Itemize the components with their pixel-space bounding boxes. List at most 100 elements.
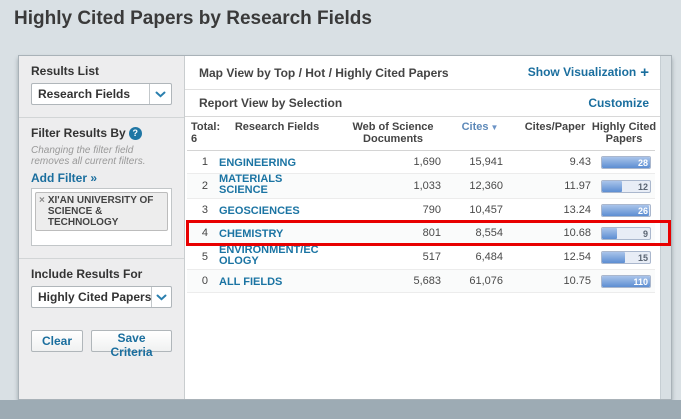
- table-row: 0ALL FIELDS 5,68361,07610.75 110: [187, 270, 655, 293]
- clear-button[interactable]: Clear: [31, 330, 83, 352]
- total-count: 6: [191, 133, 197, 145]
- highly-cited-bar: 110: [601, 275, 651, 288]
- column-header-research-fields[interactable]: Research Fields: [217, 121, 337, 133]
- highly-cited-count: 26: [638, 206, 648, 216]
- documents-value: 1,690: [337, 156, 449, 168]
- sort-descending-icon: ▼: [490, 123, 498, 132]
- research-field-link[interactable]: GEOSCIENCES: [219, 206, 300, 217]
- save-criteria-button[interactable]: Save Criteria: [91, 330, 172, 352]
- row-rank: 2: [187, 180, 217, 192]
- row-rank: 0: [187, 275, 217, 287]
- highly-cited-header-label: Highly Cited Papers: [589, 121, 659, 145]
- remove-icon[interactable]: ×: [39, 195, 45, 228]
- chevron-down-icon: [151, 287, 171, 307]
- customize-link[interactable]: Customize: [588, 96, 649, 110]
- cites-header-label: Cites: [462, 121, 489, 133]
- show-visualization-link[interactable]: Show Visualization +: [528, 64, 649, 81]
- documents-value: 517: [337, 251, 449, 263]
- highly-cited-count: 15: [638, 253, 648, 263]
- highly-cited-bar-fill: [602, 252, 625, 263]
- table-row: 5ENVIRONMENT/ECOLOGY 5176,48412.54 15: [187, 245, 655, 270]
- results-table: Total: 6 Research Fields Web of Science …: [185, 117, 655, 293]
- map-view-title: Map View by Top / Hot / Highly Cited Pap…: [199, 66, 449, 80]
- results-list-selected: Research Fields: [32, 87, 149, 101]
- filter-note: Changing the filter field removes all cu…: [31, 145, 172, 167]
- table-row: 4CHEMISTRY 8018,55410.68 9: [187, 222, 655, 245]
- plus-icon: +: [640, 64, 649, 81]
- column-header-highly-cited[interactable]: Highly Cited Papers: [599, 121, 655, 145]
- include-results-for-label: Include Results For: [31, 267, 172, 281]
- row-rank: 3: [187, 204, 217, 216]
- highly-cited-bar-fill: [602, 181, 622, 192]
- cites-per-paper-value: 10.75: [511, 275, 599, 287]
- sidebar: Results List Research Fields Filter Resu…: [19, 56, 185, 399]
- total-label: Total:: [191, 121, 220, 133]
- documents-value: 1,033: [337, 180, 449, 192]
- help-icon[interactable]: ?: [129, 127, 142, 140]
- highly-cited-bar: 9: [601, 227, 651, 240]
- column-header-cites[interactable]: Cites▼: [449, 121, 511, 134]
- results-list-section: Results List Research Fields: [19, 56, 184, 117]
- cites-per-paper-value: 11.97: [511, 180, 599, 192]
- cites-value: 15,941: [449, 156, 511, 168]
- documents-value: 790: [337, 204, 449, 216]
- report-view-bar: Report View by Selection Customize: [185, 90, 671, 117]
- highly-cited-bar: 26: [601, 204, 651, 217]
- highly-cited-bar: 15: [601, 251, 651, 264]
- filter-results-by-label: Filter Results By?: [31, 126, 172, 140]
- table-body: 1ENGINEERING1,69015,9419.43282MATERIALS …: [187, 151, 655, 293]
- cites-value: 6,484: [449, 251, 511, 263]
- main-area: Map View by Top / Hot / Highly Cited Pap…: [185, 56, 671, 399]
- documents-value: 5,683: [337, 275, 449, 287]
- highly-cited-bar: 28: [601, 156, 651, 169]
- table-row: 3GEOSCIENCES 79010,45713.24 26: [187, 199, 655, 222]
- filter-results-by-text: Filter Results By: [31, 126, 126, 140]
- include-section: Include Results For Highly Cited Papers: [19, 259, 184, 320]
- page-background-strip: [0, 400, 681, 419]
- scrollbar-track[interactable]: [660, 56, 671, 399]
- row-rank: 4: [187, 227, 217, 239]
- cites-per-paper-value: 13.24: [511, 204, 599, 216]
- column-header-cites-per-paper[interactable]: Cites/Paper: [511, 121, 599, 133]
- row-rank: 1: [187, 156, 217, 168]
- highly-cited-count: 110: [633, 277, 648, 287]
- highly-cited-count: 12: [638, 182, 648, 192]
- cites-value: 8,554: [449, 227, 511, 239]
- research-field-link[interactable]: ENGINEERING: [219, 158, 296, 169]
- row-rank: 5: [187, 251, 217, 263]
- research-field-link[interactable]: ALL FIELDS: [219, 277, 282, 288]
- cites-value: 10,457: [449, 204, 511, 216]
- highly-cited-count: 28: [638, 158, 648, 168]
- page-title: Highly Cited Papers by Research Fields: [14, 8, 372, 30]
- cites-value: 61,076: [449, 275, 511, 287]
- column-header-documents[interactable]: Web of Science Documents: [337, 121, 449, 145]
- filter-tag[interactable]: × XI'AN UNIVERSITY OF SCIENCE & TECHNOLO…: [35, 192, 168, 231]
- results-list-dropdown[interactable]: Research Fields: [31, 83, 172, 105]
- add-filter-link[interactable]: Add Filter »: [31, 171, 172, 185]
- table-row: 2MATERIALS SCIENCE 1,03312,36011.97 12: [187, 174, 655, 199]
- research-field-link[interactable]: MATERIALS SCIENCE: [219, 174, 323, 196]
- map-view-bar: Map View by Top / Hot / Highly Cited Pap…: [185, 56, 671, 90]
- research-field-link[interactable]: CHEMISTRY: [219, 229, 283, 240]
- report-view-title: Report View by Selection: [199, 96, 342, 110]
- include-results-dropdown[interactable]: Highly Cited Papers: [31, 286, 172, 308]
- table-header: Total: 6 Research Fields Web of Science …: [187, 117, 655, 151]
- filter-section: Filter Results By? Changing the filter f…: [19, 118, 184, 258]
- highly-cited-bar-fill: [602, 228, 617, 239]
- cites-per-paper-value: 12.54: [511, 251, 599, 263]
- results-list-label: Results List: [31, 64, 172, 78]
- documents-value: 801: [337, 227, 449, 239]
- cites-per-paper-value: 10.68: [511, 227, 599, 239]
- research-field-link[interactable]: ENVIRONMENT/ECOLOGY: [219, 245, 323, 267]
- cites-value: 12,360: [449, 180, 511, 192]
- table-row: 1ENGINEERING1,69015,9419.4328: [187, 151, 655, 174]
- highly-cited-count: 9: [643, 229, 648, 239]
- report-panel: Results List Research Fields Filter Resu…: [18, 55, 672, 400]
- chevron-down-icon: [149, 84, 171, 104]
- total-header: Total: 6: [187, 121, 217, 145]
- filter-tag-label: XI'AN UNIVERSITY OF SCIENCE & TECHNOLOGY: [48, 195, 164, 228]
- filter-tag-box: × XI'AN UNIVERSITY OF SCIENCE & TECHNOLO…: [31, 188, 172, 246]
- sidebar-buttons: Clear Save Criteria: [19, 320, 184, 352]
- highly-cited-bar: 12: [601, 180, 651, 193]
- show-visualization-label: Show Visualization: [528, 65, 636, 79]
